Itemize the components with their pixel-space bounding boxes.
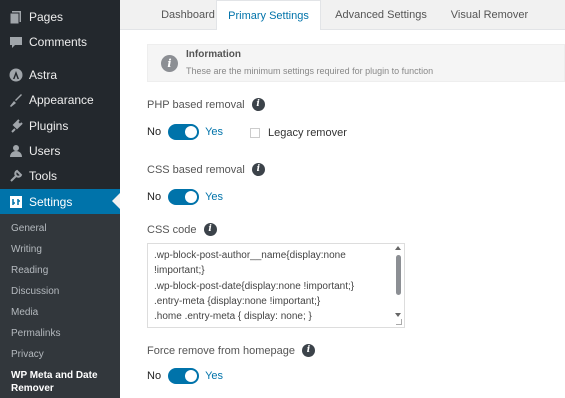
sidebar-item-tools[interactable]: Tools xyxy=(0,163,120,188)
help-icon[interactable]: i xyxy=(203,223,217,236)
sidebar-item-comments[interactable]: Comments xyxy=(0,29,120,54)
sidebar-item-label: Users xyxy=(29,143,61,158)
admin-sidebar: Pages Comments Astra Appearance Plugins … xyxy=(0,0,120,398)
submenu-item-permalinks[interactable]: Permalinks xyxy=(11,328,60,339)
sidebar-item-label: Plugins xyxy=(29,118,69,133)
help-icon[interactable]: i xyxy=(251,98,265,111)
sidebar-item-label: Comments xyxy=(29,34,88,49)
tab-visual-remover[interactable]: Visual Remover xyxy=(442,0,537,30)
submenu-item-reading[interactable]: Reading xyxy=(11,265,48,276)
code-line: .wp-block-post-date{display:none !import… xyxy=(154,281,355,292)
help-icon[interactable]: i xyxy=(251,163,265,176)
php-removal-toggle-row: No Yes xyxy=(147,123,223,141)
submenu-item-privacy[interactable]: Privacy xyxy=(11,349,44,360)
toggle-yes-label: Yes xyxy=(205,370,224,382)
submenu-item-media[interactable]: Media xyxy=(11,307,38,318)
scrollbar-thumb[interactable] xyxy=(396,255,401,295)
force-remove-text: Force remove from homepage xyxy=(147,344,295,357)
astra-icon xyxy=(8,67,24,83)
submenu-item-general[interactable]: General xyxy=(11,223,47,234)
code-line: .home .entry-meta { display: none; } xyxy=(154,311,312,322)
php-removal-label: PHP based removal i xyxy=(147,98,265,111)
plugins-icon xyxy=(8,118,24,134)
submenu-current-line-2: Remover xyxy=(11,383,54,394)
legacy-remover-checkbox[interactable] xyxy=(250,128,260,138)
sidebar-item-label: Settings xyxy=(29,194,73,209)
sidebar-item-users[interactable]: Users xyxy=(0,138,120,163)
sidebar-item-astra[interactable]: Astra xyxy=(0,62,120,87)
submenu-current-line-1: WP Meta and Date xyxy=(11,370,98,381)
css-code-label: CSS code i xyxy=(147,223,217,236)
toggle-yes-label: Yes xyxy=(205,191,224,203)
settings-tabs: Dashboard Primary Settings Advanced Sett… xyxy=(120,0,565,31)
code-line: .wp-block-post-author__name{display:none xyxy=(154,250,346,261)
css-removal-switch[interactable] xyxy=(168,189,200,205)
settings-submenu: General Writing Reading Discussion Media… xyxy=(0,214,120,398)
switch-knob xyxy=(185,191,198,203)
css-code-textarea[interactable]: .wp-block-post-author__name{display:none… xyxy=(147,243,405,328)
php-removal-switch[interactable] xyxy=(168,124,200,140)
settings-panel: i Information These are the minimum sett… xyxy=(120,30,565,398)
css-removal-label: CSS based removal i xyxy=(147,163,265,176)
sidebar-item-appearance[interactable]: Appearance xyxy=(0,87,120,112)
php-removal-text: PHP based removal xyxy=(147,98,245,111)
sidebar-item-pages[interactable]: Pages xyxy=(0,4,120,29)
code-line: .entry-meta {display:none !important;} xyxy=(154,296,321,307)
info-title: Information xyxy=(186,49,241,60)
main-area: Dashboard Primary Settings Advanced Sett… xyxy=(120,0,565,398)
submenu-item-wp-meta-date-remover[interactable]: WP Meta and Date Remover xyxy=(11,369,98,395)
css-removal-toggle-row: No Yes xyxy=(147,188,223,206)
legacy-remover-label: Legacy remover xyxy=(268,127,347,139)
switch-knob xyxy=(185,126,198,138)
resize-grip-icon[interactable] xyxy=(396,319,402,325)
force-remove-toggle-row: No Yes xyxy=(147,367,223,385)
code-line: !important;} xyxy=(154,265,205,276)
comments-icon xyxy=(8,34,24,50)
tab-primary-settings[interactable]: Primary Settings xyxy=(216,0,321,31)
sidebar-item-settings[interactable]: Settings xyxy=(0,189,120,214)
scroll-up-arrow-icon[interactable] xyxy=(395,246,401,250)
tools-icon xyxy=(8,168,24,184)
active-indicator xyxy=(112,193,120,209)
sidebar-item-plugins[interactable]: Plugins xyxy=(0,113,120,138)
scroll-down-arrow-icon[interactable] xyxy=(395,313,401,317)
info-icon: i xyxy=(161,55,178,72)
pages-icon xyxy=(8,9,24,25)
users-icon xyxy=(8,143,24,159)
legacy-remover-option: Legacy remover xyxy=(250,127,347,139)
sidebar-item-label: Tools xyxy=(29,168,58,183)
submenu-item-discussion[interactable]: Discussion xyxy=(11,286,59,297)
css-code-text: CSS code xyxy=(147,223,197,236)
toggle-yes-label: Yes xyxy=(205,126,224,138)
switch-knob xyxy=(185,370,198,382)
force-remove-label: Force remove from homepage i xyxy=(147,344,315,357)
help-icon[interactable]: i xyxy=(301,344,315,357)
sidebar-item-label: Pages xyxy=(29,9,64,24)
info-description: These are the minimum settings required … xyxy=(186,66,434,76)
css-removal-text: CSS based removal xyxy=(147,163,245,176)
tab-advanced-settings[interactable]: Advanced Settings xyxy=(326,0,436,30)
sidebar-item-label: Appearance xyxy=(29,92,94,107)
toggle-no-label: No xyxy=(147,126,162,138)
info-notice: i Information These are the minimum sett… xyxy=(147,44,565,82)
toggle-no-label: No xyxy=(147,370,162,382)
submenu-item-writing[interactable]: Writing xyxy=(11,244,42,255)
sidebar-item-label: Astra xyxy=(29,67,58,82)
settings-icon xyxy=(8,194,24,210)
force-remove-switch[interactable] xyxy=(168,368,200,384)
appearance-icon xyxy=(8,92,24,108)
toggle-no-label: No xyxy=(147,191,162,203)
